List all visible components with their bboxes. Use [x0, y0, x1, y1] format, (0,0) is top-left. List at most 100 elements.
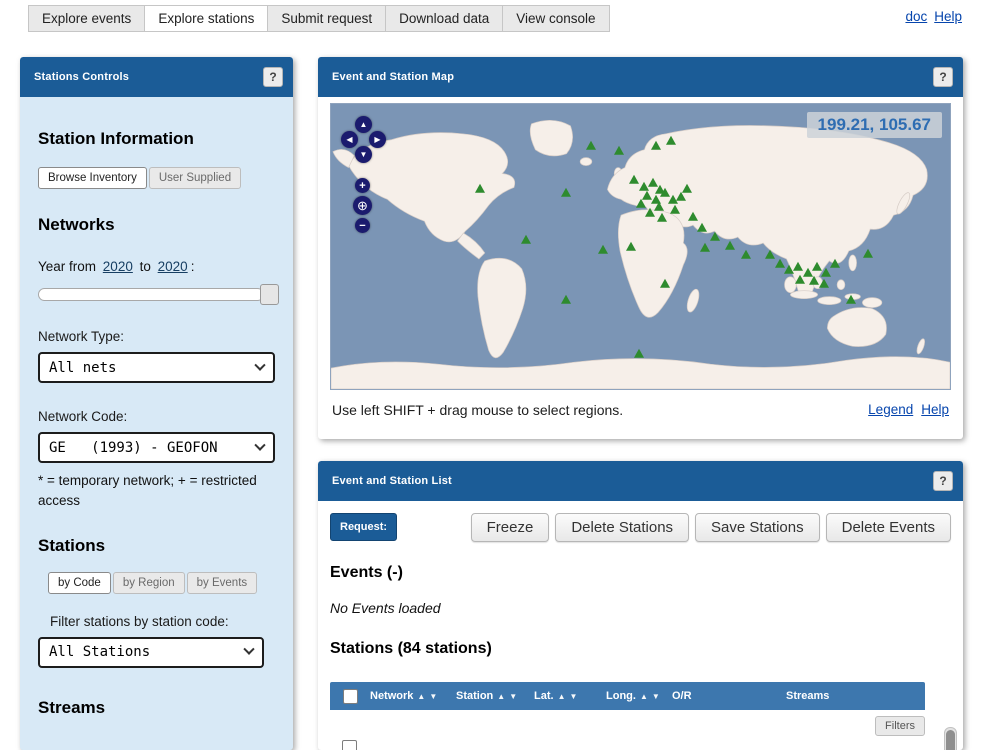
pan-right-button[interactable]: ▶ [369, 131, 386, 148]
delete-stations-button[interactable]: Delete Stations [555, 513, 689, 542]
zoom-out-button[interactable]: − [355, 218, 370, 233]
station-filter-select[interactable]: All Stations [38, 637, 264, 668]
year-range-slider[interactable] [38, 288, 264, 301]
station-marker[interactable] [676, 192, 686, 201]
column-station[interactable]: Station▲▼ [456, 690, 534, 702]
year-from-link[interactable]: 2020 [103, 259, 133, 274]
list-help-button[interactable]: ? [933, 471, 953, 491]
select-all-checkbox[interactable] [343, 689, 358, 704]
station-marker[interactable] [725, 240, 735, 249]
help-link[interactable]: Help [934, 9, 962, 24]
sort-asc-icon[interactable]: ▲ [497, 692, 505, 701]
column-network[interactable]: Network▲▼ [370, 690, 456, 702]
year-slider-handle[interactable] [260, 284, 279, 305]
table-row [330, 740, 925, 750]
station-marker[interactable] [561, 294, 571, 303]
station-marker[interactable] [660, 279, 670, 288]
station-marker[interactable] [645, 207, 655, 216]
stations-controls-panel: Stations Controls ? Station Information … [20, 57, 293, 750]
by-code-button[interactable]: by Code [48, 572, 111, 594]
column-lat[interactable]: Lat.▲▼ [534, 690, 606, 702]
sort-desc-icon[interactable]: ▼ [652, 692, 660, 701]
event-station-list-panel: Event and Station List ? Request: Freeze… [318, 461, 963, 750]
station-marker[interactable] [475, 183, 485, 192]
column-o-r: O/R [672, 690, 786, 702]
station-marker[interactable] [626, 242, 636, 251]
zoom-in-button[interactable]: + [355, 178, 370, 193]
station-marker[interactable] [795, 274, 805, 283]
browse-inventory-button[interactable]: Browse Inventory [38, 167, 147, 189]
station-marker[interactable] [651, 140, 661, 149]
stations-table-header: Network▲▼Station▲▼Lat.▲▼Long.▲▼O/RStream… [330, 682, 925, 710]
station-marker[interactable] [710, 232, 720, 241]
station-marker[interactable] [654, 202, 664, 211]
sort-desc-icon[interactable]: ▼ [569, 692, 577, 701]
tab-explore-stations[interactable]: Explore stations [145, 5, 268, 32]
station-marker[interactable] [670, 205, 680, 214]
map-nav-pad: ▲ ◀ ▶ ▼ + ⊕ − [341, 116, 389, 238]
sort-desc-icon[interactable]: ▼ [429, 692, 437, 701]
station-marker[interactable] [819, 279, 829, 288]
station-marker[interactable] [821, 267, 831, 276]
column-long[interactable]: Long. ▲ ▼ [606, 690, 672, 702]
station-marker[interactable] [614, 146, 624, 155]
scrollbar-thumb[interactable] [946, 730, 955, 750]
station-marker[interactable] [846, 294, 856, 303]
year-suffix: : [191, 259, 195, 274]
station-marker[interactable] [521, 234, 531, 243]
by-region-button[interactable]: by Region [113, 572, 185, 594]
tab-explore-events[interactable]: Explore events [28, 5, 145, 32]
station-marker[interactable] [688, 212, 698, 221]
doc-link[interactable]: doc [905, 9, 927, 24]
pan-left-button[interactable]: ◀ [341, 131, 358, 148]
chevron-down-icon [243, 644, 254, 655]
pan-down-button[interactable]: ▼ [355, 146, 372, 163]
panel-title: Stations Controls [34, 71, 129, 83]
source-toggle: Browse InventoryUser Supplied [38, 167, 275, 189]
station-marker[interactable] [657, 213, 667, 222]
by-events-button[interactable]: by Events [187, 572, 258, 594]
help-link[interactable]: Help [921, 402, 949, 417]
tab-view-console[interactable]: View console [503, 5, 609, 32]
station-marker[interactable] [634, 348, 644, 357]
chevron-down-icon [254, 359, 265, 370]
network-type-select[interactable]: All nets [38, 352, 275, 383]
station-marker[interactable] [741, 250, 751, 259]
sort-asc-icon[interactable]: ▲ [417, 692, 425, 701]
user-supplied-button[interactable]: User Supplied [149, 167, 241, 189]
station-marker[interactable] [830, 259, 840, 268]
list-action-buttons: FreezeDelete StationsSave StationsDelete… [471, 513, 951, 542]
freeze-button[interactable]: Freeze [471, 513, 550, 542]
sort-asc-icon[interactable]: ▲ [640, 692, 648, 701]
delete-events-button[interactable]: Delete Events [826, 513, 951, 542]
legend-link[interactable]: Legend [868, 402, 913, 417]
station-marker[interactable] [598, 244, 608, 253]
station-marker[interactable] [666, 136, 676, 145]
station-marker[interactable] [586, 140, 596, 149]
station-marker[interactable] [700, 243, 710, 252]
save-stations-button[interactable]: Save Stations [695, 513, 820, 542]
station-marker[interactable] [561, 187, 571, 196]
request-button[interactable]: Request: [330, 513, 397, 541]
map-help-button[interactable]: ? [933, 67, 953, 87]
no-events-text: No Events loaded [330, 600, 951, 616]
station-marker[interactable] [697, 223, 707, 232]
tab-download-data[interactable]: Download data [386, 5, 503, 32]
tab-submit-request[interactable]: Submit request [268, 5, 386, 32]
controls-help-button[interactable]: ? [263, 67, 283, 87]
sort-desc-icon[interactable]: ▼ [509, 692, 517, 701]
network-type-value: All nets [49, 360, 116, 376]
column-label: Long. [606, 690, 636, 702]
station-marker[interactable] [863, 249, 873, 258]
stations-scrollbar[interactable] [944, 727, 957, 750]
world-extent-button[interactable]: ⊕ [353, 196, 372, 215]
filters-button[interactable]: Filters [875, 716, 925, 736]
map-canvas[interactable]: 199.21, 105.67 ▲ ◀ ▶ ▼ + ⊕ − [330, 103, 951, 390]
station-marker[interactable] [809, 276, 819, 285]
station-marker[interactable] [682, 183, 692, 192]
pan-up-button[interactable]: ▲ [355, 116, 372, 133]
sort-asc-icon[interactable]: ▲ [558, 692, 566, 701]
network-code-select[interactable]: GE (1993) - GEOFON [38, 432, 275, 463]
row-checkbox[interactable] [342, 740, 357, 750]
year-to-link[interactable]: 2020 [158, 259, 188, 274]
